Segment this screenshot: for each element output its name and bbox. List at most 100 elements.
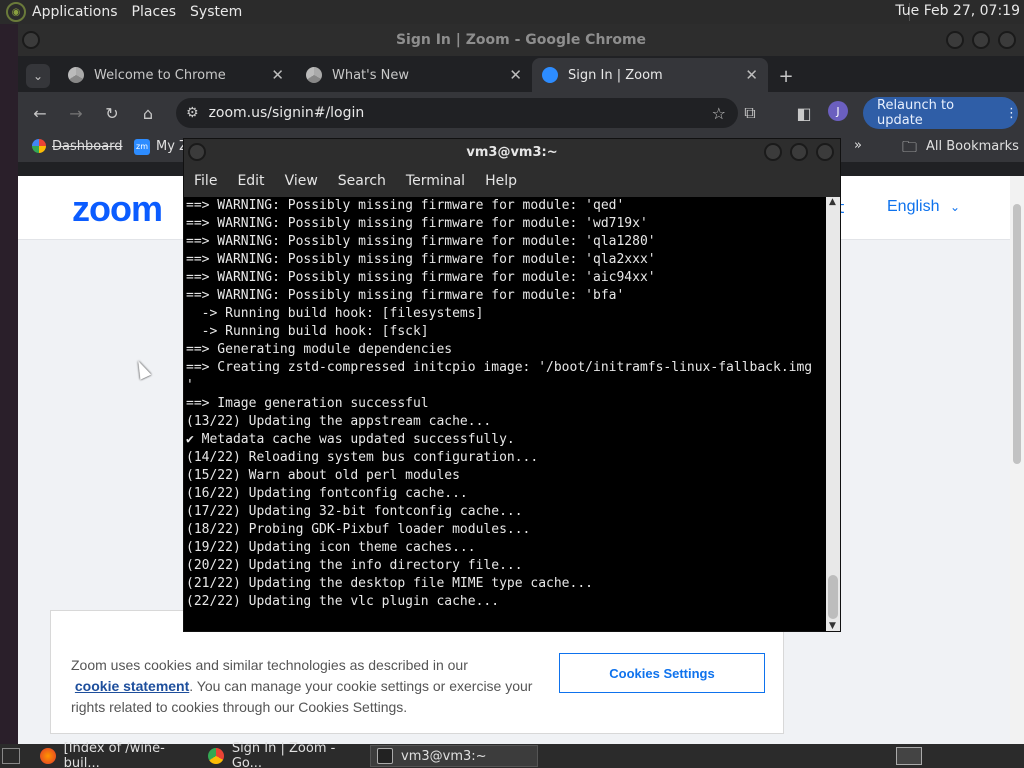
terminal-scrollbar[interactable]: ▲ ▼ — [826, 197, 840, 631]
bookmark-dashboard[interactable]: Dashboard — [52, 139, 123, 154]
close-tab-icon[interactable]: ✕ — [509, 66, 522, 84]
minimize-icon[interactable] — [946, 31, 964, 49]
bookmark-star-icon[interactable]: ☆ — [712, 104, 726, 123]
tab-strip: ⌄ Welcome to Chrome ✕ What's New ✕ Sign … — [18, 56, 1024, 92]
terminal-line: ==> WARNING: Possibly missing firmware f… — [186, 198, 625, 213]
firefox-icon — [40, 748, 56, 764]
tab-whats-new[interactable]: What's New ✕ — [296, 58, 532, 92]
chrome-icon — [306, 67, 322, 83]
terminal-icon — [377, 748, 393, 764]
taskbar-item-chrome[interactable]: Sign In | Zoom - Go... — [202, 741, 368, 768]
terminal-line: (15/22) Warn about old perl modules — [186, 468, 460, 483]
close-tab-icon[interactable]: ✕ — [745, 66, 758, 84]
desktop-background — [0, 24, 18, 744]
zoom-icon — [542, 67, 558, 83]
terminal-line: -> Running build hook: [filesystems] — [186, 306, 484, 321]
new-tab-button[interactable]: + — [774, 64, 798, 88]
scroll-down-icon[interactable]: ▼ — [829, 621, 836, 631]
menu-file[interactable]: File — [194, 173, 217, 189]
terminal-line: (20/22) Updating the info directory file… — [186, 558, 523, 573]
scrollbar-thumb[interactable] — [1013, 204, 1021, 464]
minimize-icon[interactable] — [764, 143, 782, 161]
taskbar-item-terminal[interactable]: vm3@vm3:~ — [370, 745, 538, 767]
side-panel-icon[interactable]: ◧ — [792, 101, 816, 125]
scroll-up-icon[interactable]: ▲ — [829, 197, 836, 207]
chrome-titlebar[interactable]: Sign In | Zoom - Google Chrome — [18, 24, 1024, 56]
terminal-line: (19/22) Updating icon theme caches... — [186, 540, 476, 555]
terminal-output[interactable]: ==> WARNING: Possibly missing firmware f… — [184, 197, 826, 631]
show-desktop-icon[interactable] — [2, 748, 20, 764]
menu-edit[interactable]: Edit — [237, 173, 264, 189]
cookie-text-part1: Zoom uses cookies and similar technologi… — [71, 657, 468, 673]
profile-avatar[interactable]: J — [828, 101, 848, 121]
terminal-line: ==> WARNING: Possibly missing firmware f… — [186, 252, 656, 267]
taskbar: [Index of /wine-buil... Sign In | Zoom -… — [0, 741, 1024, 768]
zoom-logo[interactable]: zoom — [72, 188, 163, 230]
terminal-line: ==> WARNING: Possibly missing firmware f… — [186, 270, 656, 285]
scrollbar-thumb[interactable] — [828, 575, 838, 619]
top-panel: ◉ Applications Places System Tue Feb 27,… — [0, 0, 1024, 24]
home-icon[interactable]: ⌂ — [136, 101, 160, 125]
close-window-icon[interactable] — [998, 31, 1016, 49]
window-menu-icon[interactable] — [22, 31, 40, 49]
relaunch-button[interactable]: Relaunch to update ⋮ — [863, 97, 1018, 129]
bookmarks-overflow-icon[interactable]: » — [854, 138, 862, 153]
all-bookmarks[interactable]: All Bookmarks — [926, 139, 1019, 154]
window-menu-icon[interactable] — [188, 143, 206, 161]
terminal-line: (13/22) Updating the appstream cache... — [186, 414, 492, 429]
window-title: Sign In | Zoom - Google Chrome — [395, 32, 647, 48]
chevron-down-icon: ⌄ — [949, 200, 960, 214]
reload-icon[interactable]: ↻ — [100, 101, 124, 125]
maximize-icon[interactable] — [972, 31, 990, 49]
toolbar: ← → ↻ ⌂ ⚙ zoom.us/signin#/login ☆ ⧉ ◧ J … — [18, 92, 1024, 134]
menu-places[interactable]: Places — [132, 4, 177, 20]
clock[interactable]: Tue Feb 27, 07:19 — [895, 3, 1020, 19]
terminal-line: ==> WARNING: Possibly missing firmware f… — [186, 288, 625, 303]
zoom-bookmark-icon: zm — [134, 139, 150, 155]
terminal-line: ==> Creating zstd-compressed initcpio im… — [186, 360, 813, 375]
menu-help[interactable]: Help — [485, 173, 517, 189]
tab-welcome[interactable]: Welcome to Chrome ✕ — [58, 58, 294, 92]
google-icon — [32, 139, 46, 153]
terminal-menubar: File Edit View Search Terminal Help — [184, 165, 840, 197]
terminal-line: -> Running build hook: [fsck] — [186, 324, 429, 339]
menu-search[interactable]: Search — [338, 173, 386, 189]
terminal-line: ' — [186, 378, 194, 393]
address-bar[interactable]: ⚙ zoom.us/signin#/login ☆ — [176, 98, 738, 128]
terminal-line: (21/22) Updating the desktop file MIME t… — [186, 576, 593, 591]
maximize-icon[interactable] — [790, 143, 808, 161]
menu-applications[interactable]: Applications — [32, 4, 118, 20]
taskbar-item-firefox[interactable]: [Index of /wine-buil... — [34, 741, 198, 768]
tab-label: Welcome to Chrome — [94, 67, 226, 83]
back-icon[interactable]: ← — [28, 101, 52, 125]
cookies-settings-button[interactable]: Cookies Settings — [559, 653, 765, 693]
tab-zoom-signin[interactable]: Sign In | Zoom ✕ — [532, 58, 768, 92]
taskbar-label: Sign In | Zoom - Go... — [231, 741, 336, 768]
extensions-icon[interactable]: ⧉ — [738, 101, 762, 125]
more-menu-icon[interactable]: ⋮ — [1005, 106, 1018, 121]
tab-search-chevron-icon[interactable]: ⌄ — [26, 64, 50, 88]
site-info-icon[interactable]: ⚙ — [186, 105, 199, 121]
terminal-line: (14/22) Reloading system bus configurati… — [186, 450, 539, 465]
close-tab-icon[interactable]: ✕ — [271, 66, 284, 84]
menu-terminal[interactable]: Terminal — [406, 173, 465, 189]
cookie-statement-link[interactable]: cookie statement — [75, 678, 189, 694]
terminal-line: (18/22) Probing GDK-Pixbuf loader module… — [186, 522, 531, 537]
relaunch-label: Relaunch to update — [877, 98, 955, 128]
tab-label: What's New — [332, 67, 409, 83]
close-window-icon[interactable] — [816, 143, 834, 161]
workspace-switcher[interactable] — [896, 747, 922, 765]
menu-system[interactable]: System — [190, 4, 242, 20]
terminal-line: (22/22) Updating the vlc plugin cache... — [186, 594, 500, 609]
terminal-line: (17/22) Updating 32-bit fontconfig cache… — [186, 504, 523, 519]
taskbar-label: [Index of /wine-buil... — [63, 741, 165, 768]
taskbar-label: vm3@vm3:~ — [401, 748, 487, 764]
terminal-line: (16/22) Updating fontconfig cache... — [186, 486, 468, 501]
menu-view[interactable]: View — [285, 173, 318, 189]
language-selector[interactable]: English ⌄ — [887, 198, 960, 216]
page-scrollbar[interactable] — [1010, 176, 1024, 744]
terminal-line: ==> WARNING: Possibly missing firmware f… — [186, 234, 656, 249]
forward-icon[interactable]: → — [64, 101, 88, 125]
terminal-titlebar[interactable]: vm3@vm3:~ — [184, 139, 840, 165]
distro-logo-icon[interactable]: ◉ — [6, 2, 26, 22]
